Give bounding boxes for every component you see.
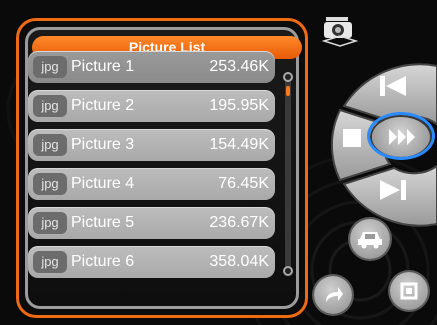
file-name: Picture 3 bbox=[71, 136, 135, 153]
scrollbar-top-cap[interactable] bbox=[283, 72, 293, 82]
list-item[interactable]: jpg Picture 2 195.95K bbox=[28, 90, 275, 122]
file-type-badge: jpg bbox=[33, 212, 67, 234]
car-icon bbox=[358, 232, 382, 249]
file-size: 76.45K bbox=[218, 175, 269, 192]
list-item[interactable]: jpg Picture 1 253.46K bbox=[28, 51, 275, 83]
file-type-badge: jpg bbox=[33, 251, 67, 273]
stop-icon[interactable] bbox=[343, 129, 361, 147]
fast-forward-icon bbox=[389, 129, 415, 145]
photo-stack-icon[interactable] bbox=[322, 14, 358, 48]
file-size: 358.04K bbox=[209, 253, 269, 270]
scrollbar-track[interactable] bbox=[285, 76, 291, 272]
back-arrow-icon bbox=[326, 287, 343, 302]
file-type-badge: jpg bbox=[33, 95, 67, 117]
file-type-badge: jpg bbox=[33, 173, 67, 195]
file-type-badge: jpg bbox=[33, 134, 67, 156]
file-size: 195.95K bbox=[209, 97, 269, 114]
file-name: Picture 2 bbox=[71, 97, 135, 114]
skip-next-icon[interactable] bbox=[378, 178, 408, 202]
file-name: Picture 6 bbox=[71, 253, 135, 270]
file-size: 154.49K bbox=[209, 136, 269, 153]
list-item[interactable]: jpg Picture 4 76.45K bbox=[28, 168, 275, 200]
file-name: Picture 5 bbox=[71, 214, 135, 231]
list-item[interactable]: jpg Picture 5 236.67K bbox=[28, 207, 275, 239]
file-size: 253.46K bbox=[209, 58, 269, 75]
file-name: Picture 4 bbox=[71, 175, 135, 192]
scrollbar-thumb[interactable] bbox=[286, 86, 290, 96]
file-size: 236.67K bbox=[209, 214, 269, 231]
scrollbar-bottom-cap[interactable] bbox=[283, 266, 293, 276]
list-item[interactable]: jpg Picture 3 154.49K bbox=[28, 129, 275, 161]
file-type-badge: jpg bbox=[33, 56, 67, 78]
window-icon bbox=[400, 282, 418, 300]
file-name: Picture 1 bbox=[71, 58, 135, 75]
list-item[interactable]: jpg Picture 6 358.04K bbox=[28, 246, 275, 278]
skip-previous-icon[interactable] bbox=[378, 74, 408, 98]
